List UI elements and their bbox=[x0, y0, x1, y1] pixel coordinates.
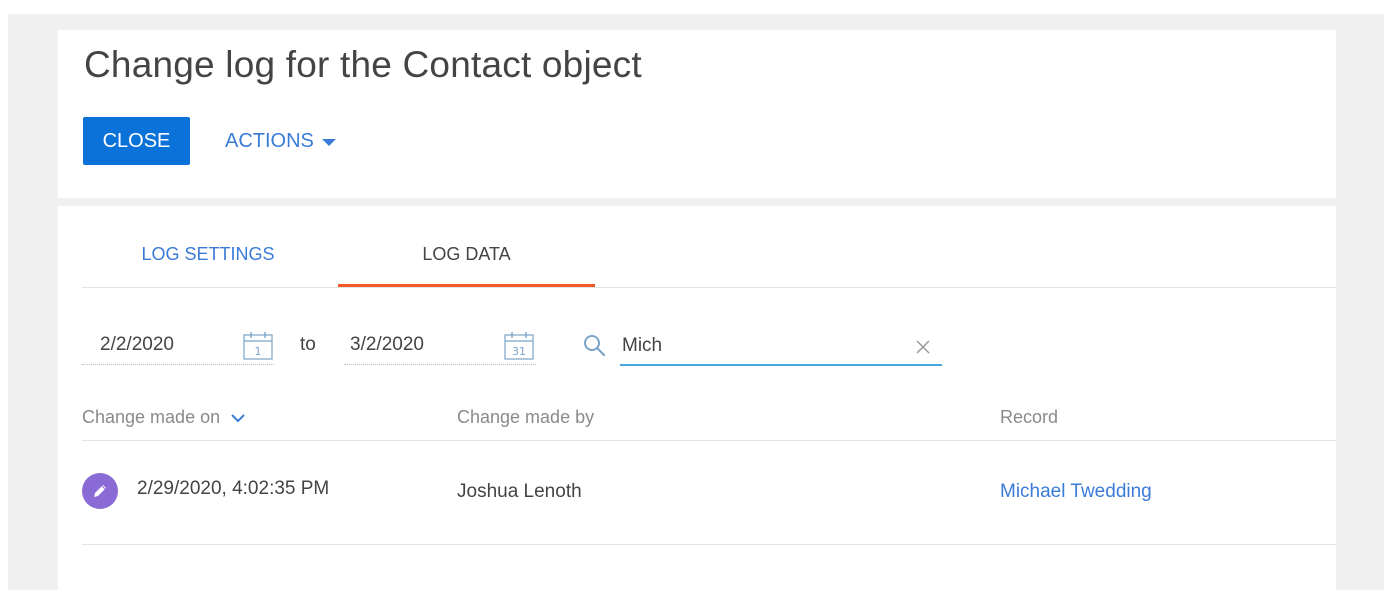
filter-bar: 2/2/2020 1 to 3/2/2020 31 bbox=[82, 320, 1336, 370]
column-header-change-made-by[interactable]: Change made by bbox=[457, 407, 594, 428]
column-header-record[interactable]: Record bbox=[1000, 407, 1058, 428]
calendar-day-number: 1 bbox=[255, 345, 262, 358]
search-box bbox=[582, 328, 944, 366]
column-header-change-made-on[interactable]: Change made on bbox=[82, 407, 246, 428]
search-input[interactable] bbox=[620, 328, 942, 366]
column-header-label: Change made by bbox=[457, 407, 595, 427]
record-link[interactable]: Michael Twedding bbox=[1000, 481, 1152, 503]
pencil-glyph bbox=[94, 485, 106, 497]
caret-down-icon bbox=[321, 138, 336, 146]
log-table: Change made on Change made by Record 2/2… bbox=[82, 395, 1336, 545]
active-tab-indicator bbox=[338, 284, 595, 287]
search-icon bbox=[584, 335, 606, 357]
close-button[interactable]: CLOSE bbox=[83, 117, 190, 165]
calendar-icon[interactable]: 31 bbox=[503, 331, 535, 361]
date-from-field[interactable]: 2/2/2020 1 bbox=[82, 328, 274, 365]
tab-bar: LOG SETTINGS LOG DATA bbox=[82, 206, 1336, 288]
change-date-cell: 2/29/2020, 4:02:35 PM bbox=[137, 478, 330, 499]
changed-by-cell: Joshua Lenoth bbox=[457, 481, 582, 502]
page-title: Change log for the Contact object bbox=[84, 44, 642, 85]
pencil-icon bbox=[82, 473, 118, 509]
header-separator bbox=[58, 198, 1336, 206]
tab-log-data[interactable]: LOG DATA bbox=[338, 244, 595, 287]
page-header: Change log for the Contact object CLOSE … bbox=[58, 30, 1336, 198]
tab-log-settings[interactable]: LOG SETTINGS bbox=[82, 244, 334, 287]
column-header-label: Change made on bbox=[82, 407, 221, 427]
clear-icon[interactable] bbox=[914, 338, 932, 356]
table-header: Change made on Change made by Record bbox=[82, 395, 1336, 441]
actions-button[interactable]: ACTIONS bbox=[225, 117, 336, 165]
table-row[interactable]: 2/29/2020, 4:02:35 PM Joshua Lenoth Mich… bbox=[82, 441, 1336, 545]
calendar-day-number: 31 bbox=[512, 345, 526, 358]
date-to-value: 3/2/2020 bbox=[350, 334, 424, 355]
column-header-label: Record bbox=[1000, 407, 1059, 427]
calendar-icon[interactable]: 1 bbox=[242, 331, 274, 361]
chevron-down-icon bbox=[231, 413, 245, 422]
date-to-field[interactable]: 3/2/2020 31 bbox=[344, 328, 536, 365]
date-from-value: 2/2/2020 bbox=[100, 334, 174, 355]
change-log-panel: Change log for the Contact object CLOSE … bbox=[58, 30, 1336, 590]
actions-label: ACTIONS bbox=[225, 129, 314, 152]
to-label: to bbox=[300, 334, 316, 355]
